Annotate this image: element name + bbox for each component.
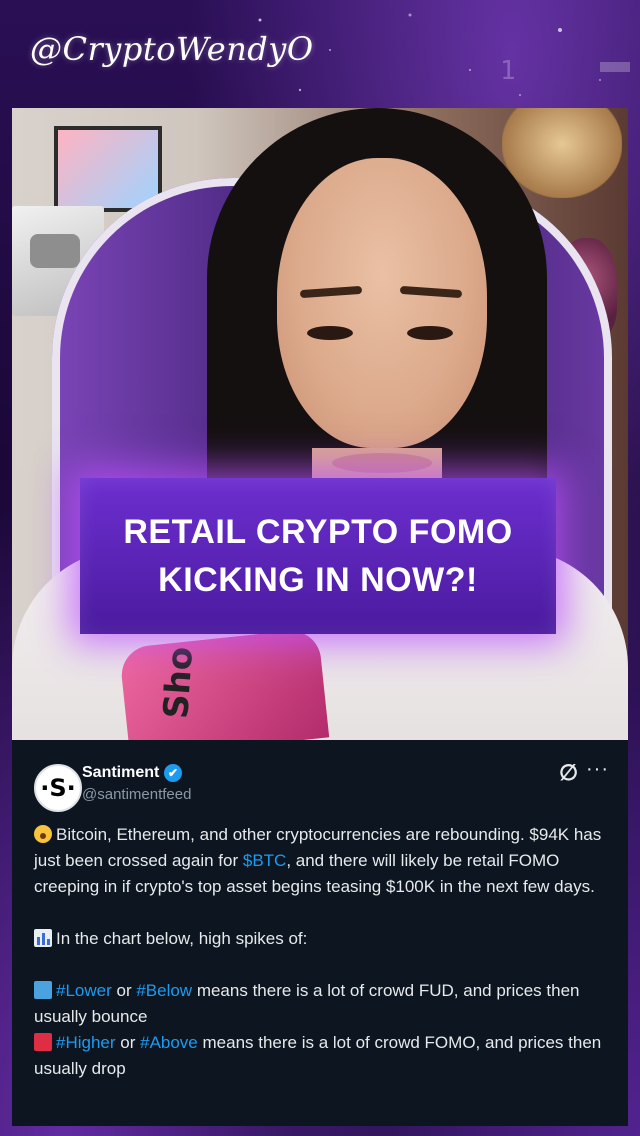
author-name[interactable]: Santiment: [82, 764, 159, 782]
santiment-avatar[interactable]: ·S·: [34, 764, 82, 812]
hashtag-lower-link[interactable]: #Lower: [56, 981, 112, 1000]
astonished-face-icon: [34, 825, 52, 843]
hashtag-below-link[interactable]: #Below: [136, 981, 192, 1000]
verified-badge-icon: ✔: [164, 764, 182, 782]
presenter-lips: [332, 453, 432, 473]
author-handle[interactable]: @santimentfeed: [82, 786, 191, 803]
presenter-face: [277, 158, 487, 448]
tweet-text: Bitcoin, Ethereum, and other cryptocurre…: [34, 822, 612, 1082]
hashtag-higher-link[interactable]: #Higher: [56, 1033, 116, 1052]
tweet-line-lower: #Lower or #Below means there is a lot of…: [34, 978, 612, 1030]
headline-banner: RETAIL CRYPTO FOMO KICKING IN NOW?!: [80, 478, 556, 634]
hashtag-above-link[interactable]: #Above: [140, 1033, 198, 1052]
lamp: [502, 108, 622, 198]
red-square-icon: [34, 1033, 52, 1051]
blue-square-icon: [34, 981, 52, 999]
tweet-paragraph-1: Bitcoin, Ethereum, and other cryptocurre…: [34, 822, 612, 900]
mic-label: Sho: [156, 645, 202, 721]
right-eye: [407, 326, 453, 340]
bar-chart-icon: [34, 929, 52, 947]
tweet-paragraph-2: In the chart below, high spikes of:: [34, 926, 612, 952]
tweet-card: ·S· Santiment ✔ @santimentfeed ∅ ··· Bit…: [12, 740, 628, 1126]
channel-handle: @CryptoWendyO: [30, 30, 314, 68]
tweet-line-higher-or: or: [115, 1033, 141, 1052]
x-logo-icon[interactable]: ∅: [559, 760, 578, 786]
video-frame: Sho: [12, 108, 628, 740]
cashtag-btc-link[interactable]: $BTC: [243, 851, 286, 870]
tweet-line-higher: #Higher or #Above means there is a lot o…: [34, 1030, 612, 1082]
more-options-icon[interactable]: ···: [586, 758, 609, 781]
microphone: Sho: [118, 627, 330, 740]
tweet-line-lower-or: or: [111, 981, 137, 1000]
tweet-paragraph-2-text: In the chart below, high spikes of:: [56, 929, 308, 948]
headline-text: RETAIL CRYPTO FOMO KICKING IN NOW?!: [123, 513, 513, 599]
overlay-counter: 1: [500, 56, 516, 86]
left-eye: [307, 326, 353, 340]
